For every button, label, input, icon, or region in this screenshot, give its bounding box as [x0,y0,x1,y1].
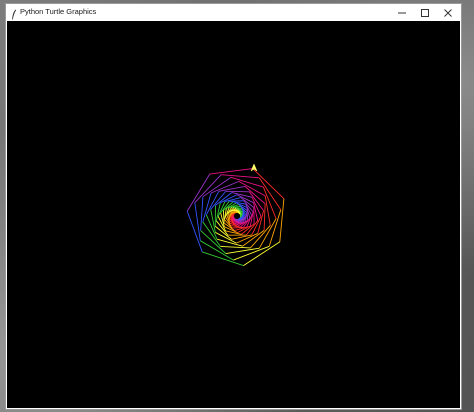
spiral-segment [233,245,270,261]
spiral-segment [221,174,260,179]
spiral-segment [202,221,221,247]
spiral-segment [225,190,250,193]
feather-icon [11,7,17,20]
spiral-segment [214,225,232,240]
spiral-segment [225,247,260,254]
minimize-icon [398,12,406,13]
spiral-segment [244,186,266,205]
maximize-icon [421,8,429,17]
title-bar[interactable]: Python Turtle Graphics [6,4,461,21]
spiral-segment [250,225,271,249]
spiral-segment [263,203,266,231]
spiral-segment [210,190,227,210]
spiral-segment [245,220,259,236]
minimize-button[interactable] [391,4,413,21]
spiral-segment [252,168,285,200]
spiral-segment [262,186,277,219]
spiral-segment [264,195,271,226]
spiral-segment [220,245,251,249]
close-icon [444,8,452,17]
spiral-segment [200,230,227,254]
spiral-segment [242,229,265,247]
spiral-segment [222,210,225,224]
spiral-segment [232,226,244,229]
spiral-segment [218,185,246,192]
close-button[interactable] [437,4,459,21]
spiral-segment [186,211,203,253]
spiral-segment [210,209,216,233]
spiral-segment [279,198,285,242]
turtle-window: Python Turtle Graphics [5,3,462,410]
spiral-segment [194,174,222,203]
spiral-segment [215,202,221,221]
spiral-segment [257,210,265,234]
spiral-segment [200,196,204,231]
window-title: Python Turtle Graphics [20,7,97,16]
turtle-canvas[interactable] [7,21,460,408]
maximize-button[interactable] [414,4,436,21]
drawing-surface [186,163,285,267]
spiral-segment [202,176,232,198]
spiral-segment [186,173,211,212]
spiral-segment [209,168,253,175]
spiral-segment [231,192,253,198]
spiral-drawing [186,168,285,267]
